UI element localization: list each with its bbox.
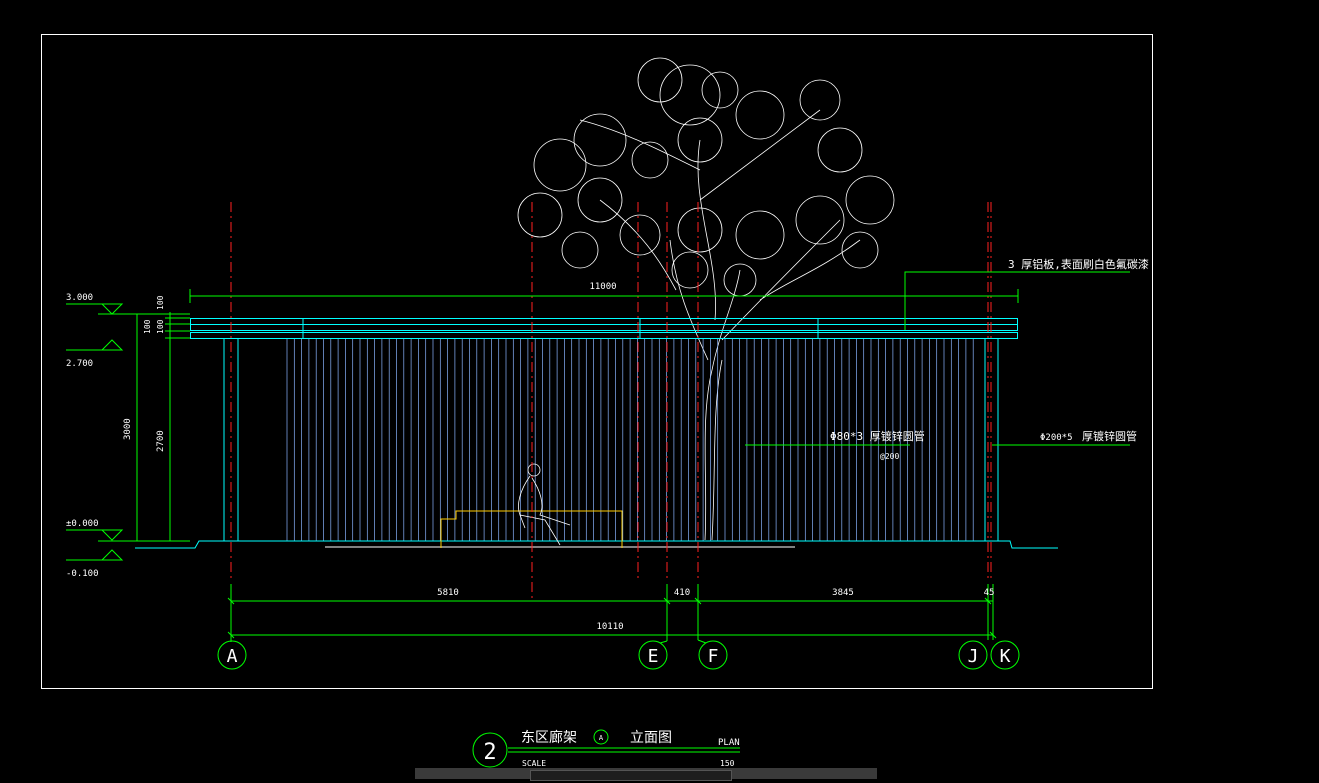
- seated-person: [518, 463, 571, 546]
- axis-label-f: F: [708, 646, 719, 667]
- title-block: [472, 729, 740, 768]
- tree-canopy: [517, 57, 895, 541]
- mid-spacing: @200: [880, 452, 899, 461]
- drawing-canvas[interactable]: 11000 3.000 2.700 ±0.000 -0.100 100 100 …: [0, 0, 1319, 781]
- bottom-dimensions: [227, 584, 997, 642]
- right-spec-text: 厚镀锌圆管: [1082, 429, 1137, 443]
- dim-small-b: 100: [143, 319, 152, 334]
- elev-top: 3.000: [66, 293, 93, 303]
- axis-label-j: J: [968, 646, 979, 667]
- title-scale-value: 150: [720, 759, 735, 768]
- dim-height-total: 3000: [123, 418, 133, 440]
- dim-overall-top: 11000: [589, 282, 616, 292]
- dim-seg-4: 45: [984, 588, 995, 598]
- title-name: 东区廊架: [521, 729, 577, 746]
- right-spec-size: Φ200*5: [1040, 433, 1073, 443]
- title-plan-label: PLAN: [718, 738, 740, 748]
- dim-overall-bottom: 10110: [596, 622, 623, 632]
- dim-height-column: 2700: [156, 430, 166, 452]
- elev-ground: ±0.000: [66, 519, 99, 529]
- dim-seg-2: 410: [674, 588, 690, 598]
- axis-label-a: A: [227, 646, 238, 667]
- leader-lines: [745, 271, 1130, 446]
- dim-small-a: 100: [156, 295, 165, 310]
- elevation-drawing: 11000 3.000 2.700 ±0.000 -0.100 100 100 …: [41, 34, 1153, 768]
- dim-seg-1: 5810: [437, 588, 459, 598]
- dim-small-c: 100: [156, 319, 165, 334]
- elev-mid: 2.700: [66, 359, 93, 369]
- roof-beams: [190, 318, 1018, 339]
- dim-seg-3: 3845: [832, 588, 854, 598]
- axis-label-e: E: [648, 646, 659, 667]
- axis-bubbles: [217, 639, 1020, 670]
- title-suffix: 立面图: [630, 730, 672, 746]
- title-ref: A: [599, 734, 604, 742]
- axis-label-k: K: [1000, 646, 1011, 667]
- axis-lines: [230, 202, 992, 600]
- title-scale-label: SCALE: [522, 759, 546, 768]
- roof-note: 3 厚铝板,表面刷白色氟碳漆: [1008, 257, 1149, 271]
- title-number: 2: [483, 740, 496, 765]
- mid-spec: Φ80*3 厚镀锌圆管: [830, 429, 925, 443]
- command-bar[interactable]: [415, 768, 877, 781]
- elev-below: -0.100: [66, 569, 99, 579]
- command-input[interactable]: [530, 770, 732, 781]
